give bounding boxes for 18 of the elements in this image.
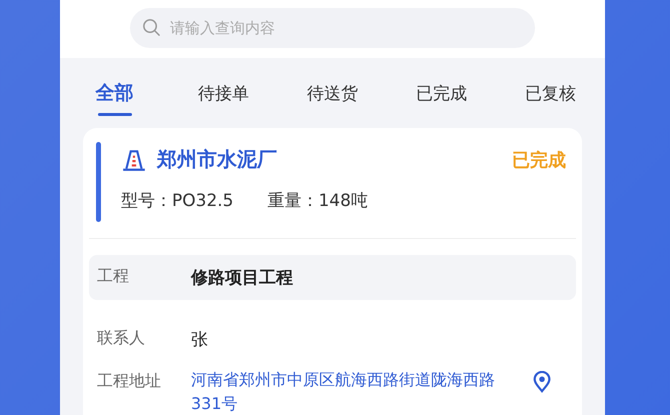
- filter-tab[interactable]: 待送货: [278, 58, 387, 128]
- field-value: 修路项目工程: [191, 267, 293, 289]
- location-pin-icon[interactable]: [531, 371, 553, 393]
- field-value[interactable]: 河南省郑州市中原区航海西路街道陇海西路331号: [191, 368, 523, 415]
- order-status: 已完成: [512, 148, 566, 172]
- filter-tab[interactable]: 已复核: [496, 58, 605, 128]
- factory-name: 郑州市水泥厂: [157, 146, 277, 173]
- spec-text: 型号：PO32.5: [121, 190, 234, 212]
- filter-tab[interactable]: 待接单: [169, 58, 278, 128]
- filter-tab[interactable]: 已完成: [387, 58, 496, 128]
- field-value: 张: [191, 329, 208, 351]
- field-label: 工程地址: [97, 371, 162, 392]
- filter-tab[interactable]: 全部: [60, 58, 169, 128]
- search-field[interactable]: 请输入查询内容: [130, 8, 535, 48]
- spec-text: 重量：148吨: [267, 190, 368, 212]
- field-label: 工程: [97, 266, 130, 287]
- search-icon: [142, 18, 161, 37]
- field-label: 联系人: [97, 328, 146, 349]
